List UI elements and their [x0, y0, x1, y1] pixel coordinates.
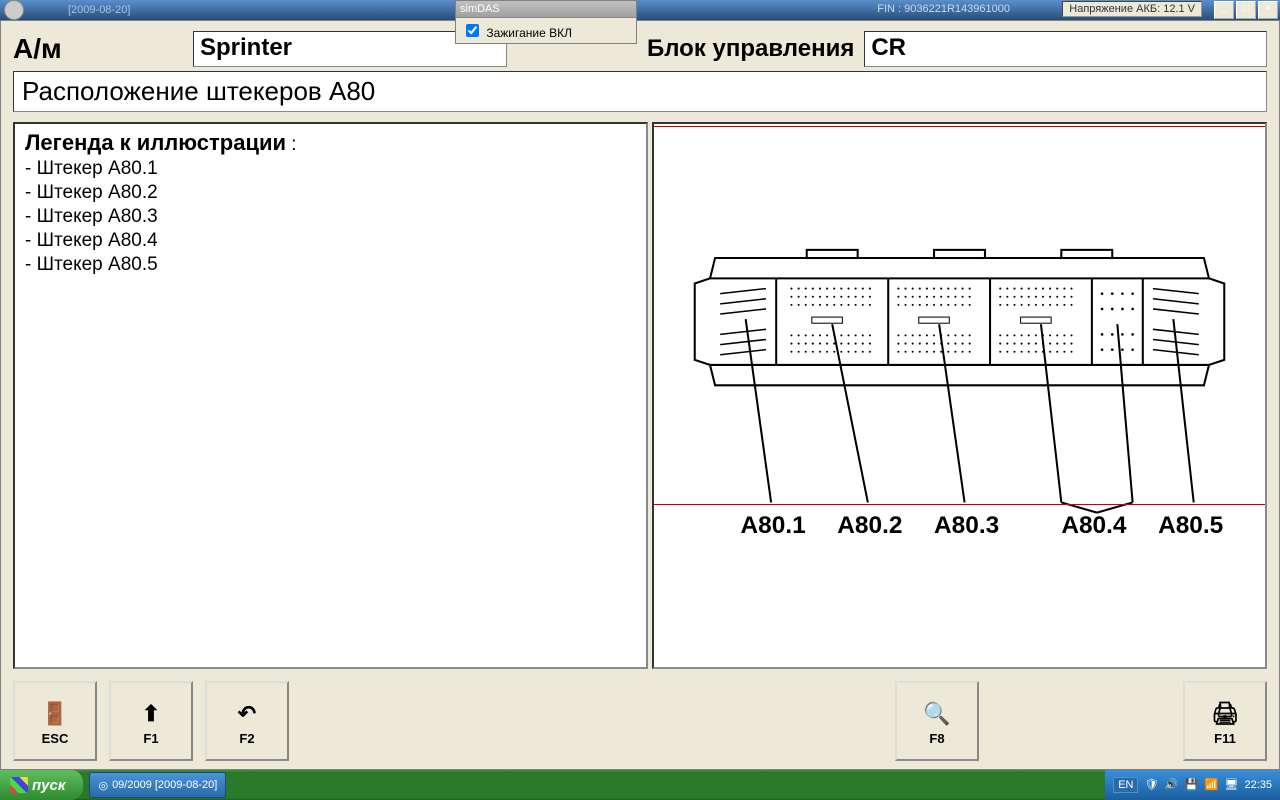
fin-label: FIN : 9036221R143961000	[877, 3, 1010, 15]
connector-diagram-icon: A80.1 A80.2 A80.3 A80.4 A80.5	[654, 124, 1265, 667]
diagram-label: A80.3	[934, 512, 999, 539]
diagram-label: A80.4	[1061, 512, 1127, 539]
app-titlebar: [2009-08-20] FIN : 9036221R143961000 Нап…	[0, 0, 1280, 20]
tray-icon[interactable]: 🔊	[1164, 778, 1178, 792]
tray-icon[interactable]: 🖥	[1224, 778, 1238, 792]
titlebar-date: [2009-08-20]	[68, 4, 130, 16]
ignition-checkbox-label[interactable]: Зажигание ВКЛ	[462, 26, 572, 40]
app-icon: ◎	[98, 779, 108, 792]
start-button[interactable]: пуск	[0, 770, 83, 800]
f8-button[interactable]: 🔍 F8	[895, 681, 979, 761]
maximize-button[interactable]: □	[1236, 1, 1256, 19]
simdas-title: simDAS	[456, 1, 636, 18]
main-window: А/м Sprinter Блок управления CR Располож…	[0, 20, 1280, 770]
ecu-label: Блок управления	[647, 35, 854, 63]
battery-voltage-label: Напряжение АКБ: 12.1 V	[1062, 1, 1202, 17]
footer-toolbar: 🚪 ESC ⬆ F1 ↶ F2 🔍 F8 🖨 F11	[1, 677, 1279, 769]
legend-item: - Штекер A80.3	[25, 206, 636, 228]
esc-button[interactable]: 🚪 ESC	[13, 681, 97, 761]
legend-title: Легенда к иллюстрации	[25, 130, 286, 155]
arrow-up-icon: ⬆	[142, 697, 160, 731]
diagram-pane: A80.1 A80.2 A80.3 A80.4 A80.5	[652, 122, 1267, 669]
close-button[interactable]: ×	[1258, 1, 1278, 19]
f11-button[interactable]: 🖨 F11	[1183, 681, 1267, 761]
clock[interactable]: 22:35	[1244, 779, 1272, 791]
tray-icon[interactable]: 🛡	[1144, 778, 1158, 792]
diagram-label: A80.5	[1158, 512, 1223, 539]
taskbar: пуск ◎ 09/2009 [2009-08-20] EN 🛡 🔊 💾 📶 🖥…	[0, 770, 1280, 800]
taskbar-item[interactable]: ◎ 09/2009 [2009-08-20]	[89, 772, 226, 798]
f1-button[interactable]: ⬆ F1	[109, 681, 193, 761]
section-title: Расположение штекеров A80	[13, 71, 1267, 112]
ignition-checkbox[interactable]	[466, 24, 479, 37]
legend-item: - Штекер A80.1	[25, 158, 636, 180]
mercedes-logo-icon	[4, 0, 24, 20]
vehicle-label: А/м	[13, 33, 183, 65]
legend-item: - Штекер A80.2	[25, 182, 636, 204]
door-exit-icon: 🚪	[41, 697, 68, 731]
system-tray: EN 🛡 🔊 💾 📶 🖥 22:35	[1105, 770, 1280, 800]
simdas-window[interactable]: simDAS Зажигание ВКЛ	[455, 0, 637, 44]
legend-pane: Легенда к иллюстрации : - Штекер A80.1 -…	[13, 122, 648, 669]
diagram-label: A80.2	[837, 512, 902, 539]
minimize-button[interactable]: _	[1214, 1, 1234, 19]
windows-flag-icon	[10, 777, 28, 793]
u-turn-icon: ↶	[238, 697, 256, 731]
ignition-text: Зажигание ВКЛ	[486, 26, 572, 40]
legend-item: - Штекер A80.5	[25, 254, 636, 276]
magnifier-icon: 🔍	[923, 697, 950, 731]
printer-icon: 🖨	[1211, 697, 1239, 731]
language-indicator[interactable]: EN	[1113, 777, 1138, 793]
diagram-label: A80.1	[741, 512, 806, 539]
tray-icon[interactable]: 💾	[1184, 778, 1198, 792]
ecu-field: CR	[864, 31, 1267, 67]
f2-button[interactable]: ↶ F2	[205, 681, 289, 761]
tray-icon[interactable]: 📶	[1204, 778, 1218, 792]
legend-item: - Штекер A80.4	[25, 230, 636, 252]
